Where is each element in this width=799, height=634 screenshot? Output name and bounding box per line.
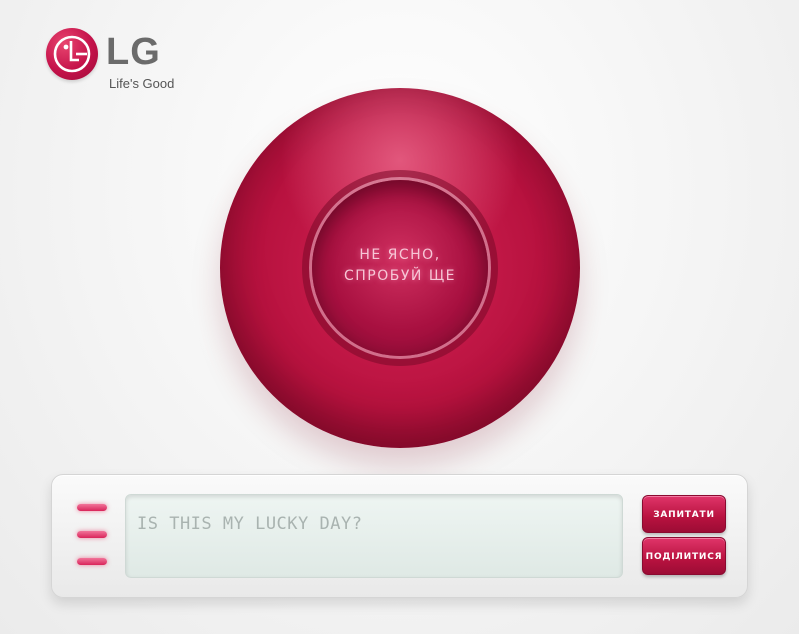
brand-name: LG	[106, 31, 161, 73]
answer-text: НЕ ЯСНО, СПРОБУЙ ЩЕ	[312, 245, 488, 287]
lg-logo-icon	[46, 28, 98, 80]
answer-line-2: СПРОБУЙ ЩЕ	[344, 268, 456, 284]
question-input[interactable]	[137, 511, 597, 537]
brand-tagline: Life's Good	[109, 76, 175, 91]
ask-button[interactable]: ЗАПИТАТИ	[642, 495, 726, 533]
share-button[interactable]: ПОДІЛИТИСЯ	[642, 537, 726, 575]
indicator-light	[77, 558, 107, 565]
lg-logo[interactable]: LG Life's Good	[46, 28, 206, 98]
indicator-light	[77, 531, 107, 538]
indicator-light	[77, 504, 107, 511]
answer-line-1: НЕ ЯСНО,	[359, 247, 441, 263]
